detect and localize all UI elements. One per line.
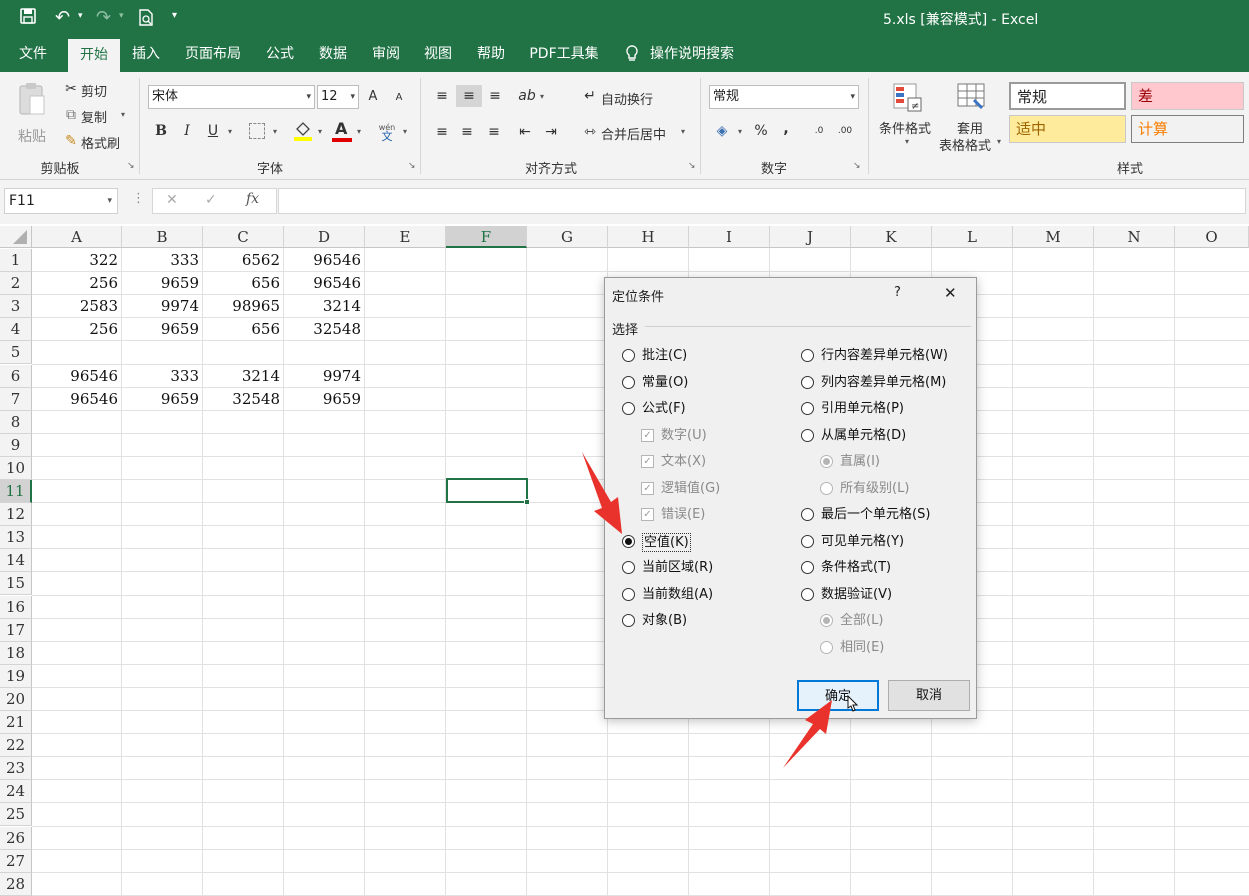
arrow-to-blanks-option-icon — [582, 452, 622, 534]
annotation-arrows — [582, 452, 832, 768]
arrow-to-ok-button-icon — [783, 700, 832, 768]
